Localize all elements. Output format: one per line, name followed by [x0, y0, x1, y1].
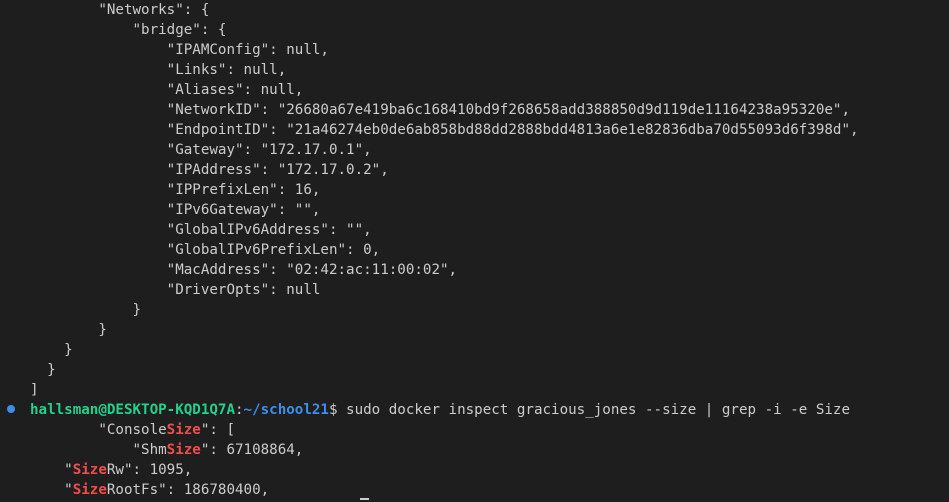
- grep-match: Size: [72, 482, 107, 498]
- grep-result-suffix: ": [: [200, 422, 236, 438]
- grep-result-line: "SizeRw": 1095,: [30, 460, 192, 480]
- output-line: "DriverOpts": null: [30, 282, 321, 298]
- output-line: }: [30, 302, 142, 318]
- grep-result-line: "ConsoleSize": [: [30, 420, 235, 440]
- grep-match: Size: [72, 462, 107, 478]
- prompt-separator: :: [235, 402, 244, 418]
- output-line: }: [30, 362, 56, 378]
- grep-result-prefix: ": [30, 482, 73, 498]
- grep-result-prefix: "Console: [30, 422, 167, 438]
- output-line: "IPPrefixLen": 16,: [30, 182, 321, 198]
- grep-result-suffix: ": 67108864,: [200, 442, 304, 458]
- output-line: "Aliases": null,: [30, 82, 304, 98]
- output-line: "IPv6Gateway": "",: [30, 202, 321, 218]
- output-line: "IPAddress": "172.17.0.2",: [30, 162, 389, 178]
- output-line: }: [30, 322, 107, 338]
- output-line: ]: [30, 382, 39, 398]
- output-line: "GlobalIPv6PrefixLen": 0,: [30, 242, 381, 258]
- output-line: "IPAMConfig": null,: [30, 42, 329, 58]
- output-line: }: [30, 342, 73, 358]
- grep-match: Size: [166, 422, 201, 438]
- output-line: "NetworkID": "26680a67e419ba6c168410bd9f…: [30, 102, 850, 118]
- grep-result-line: "SizeRootFs": 186780400,: [30, 480, 269, 500]
- text-cursor: [360, 498, 369, 500]
- output-line: "MacAddress": "02:42:ac:11:00:02",: [30, 262, 458, 278]
- command-text: sudo docker inspect gracious_jones --siz…: [337, 402, 851, 418]
- prompt-line: hallsman@DESKTOP-KQD1Q7A:~/school21$ sud…: [30, 400, 850, 420]
- output-line: "GlobalIPv6Address": "",: [30, 222, 372, 238]
- grep-result-prefix: "Shm: [30, 442, 167, 458]
- prompt-path: ~/school21: [243, 402, 329, 418]
- grep-match: Size: [166, 442, 201, 458]
- grep-result-suffix: RootFs": 186780400,: [106, 482, 270, 498]
- grep-result-suffix: Rw": 1095,: [106, 462, 193, 478]
- grep-result-prefix: ": [30, 462, 73, 478]
- output-line: "Networks": {: [30, 2, 210, 18]
- output-line: "Gateway": "172.17.0.1",: [30, 142, 372, 158]
- prompt-user-host: hallsman@DESKTOP-KQD1Q7A: [30, 402, 235, 418]
- terminal-output[interactable]: "Networks": { "bridge": { "IPAMConfig": …: [0, 0, 949, 502]
- output-line: "bridge": {: [30, 22, 227, 38]
- output-line: "Links": null,: [30, 62, 287, 78]
- prompt-symbol: $: [328, 402, 338, 418]
- grep-result-line: "ShmSize": 67108864,: [30, 440, 303, 460]
- output-line: "EndpointID": "21a46274eb0de6ab858bd88dd…: [30, 122, 859, 138]
- command-decoration-icon[interactable]: [7, 405, 15, 413]
